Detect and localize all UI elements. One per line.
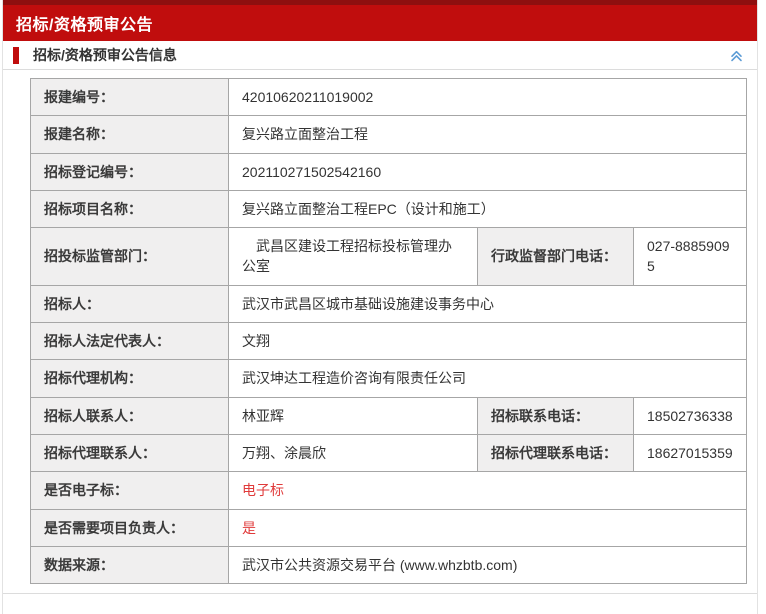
field-value-electronic-bid: 电子标	[229, 472, 747, 509]
table-row-electronic-bid: 是否电子标： 电子标	[31, 472, 747, 509]
page-title-bar: 招标/资格预审公告	[3, 0, 757, 41]
page-title: 招标/资格预审公告	[16, 11, 153, 35]
field-label-legal-representative: 招标人法定代表人：	[31, 323, 229, 360]
field-label-agency-contact-phone: 招标代理联系电话：	[478, 434, 634, 471]
field-value-supervision-department: 武昌区建设工程招标投标管理办公室	[229, 228, 478, 286]
field-value-legal-representative: 文翔	[229, 323, 747, 360]
table-row-supervision-department: 招投标监管部门： 武昌区建设工程招标投标管理办公室 行政监督部门电话： 027-…	[31, 228, 747, 286]
field-value-tender-project-name: 复兴路立面整治工程EPC（设计和施工）	[229, 190, 747, 227]
field-label-tenderee: 招标人：	[31, 285, 229, 322]
table-row-tenderee-contact: 招标人联系人： 林亚辉 招标联系电话： 18502736338	[31, 397, 747, 434]
field-label-tender-contact-phone: 招标联系电话：	[478, 397, 634, 434]
field-value-tenderee-contact: 林亚辉	[229, 397, 478, 434]
field-value-registration-number: 42010620211019002	[229, 79, 747, 116]
field-value-tenderee: 武汉市武昌区城市基础设施建设事务中心	[229, 285, 747, 322]
table-row-project-manager-required: 是否需要项目负责人： 是	[31, 509, 747, 546]
announcement-info-table: 报建编号： 42010620211019002 报建名称： 复兴路立面整治工程 …	[30, 78, 747, 584]
field-label-project-manager-required: 是否需要项目负责人：	[31, 509, 229, 546]
field-value-agency-contact: 万翔、涂晨欣	[229, 434, 478, 471]
chevrons-up-icon	[729, 48, 744, 63]
field-label-supervision-department: 招投标监管部门：	[31, 228, 229, 286]
field-value-tender-contact-phone: 18502736338	[634, 397, 747, 434]
field-value-data-source: 武汉市公共资源交易平台 (www.whzbtb.com)	[229, 546, 747, 583]
section-header: 招标/资格预审公告信息	[3, 41, 757, 70]
table-row-agency-contact: 招标代理联系人： 万翔、涂晨欣 招标代理联系电话： 18627015359	[31, 434, 747, 471]
field-label-tender-agency: 招标代理机构：	[31, 360, 229, 397]
field-label-tender-project-name: 招标项目名称：	[31, 190, 229, 227]
field-label-electronic-bid: 是否电子标：	[31, 472, 229, 509]
field-label-data-source: 数据来源：	[31, 546, 229, 583]
field-label-registration-number: 报建编号：	[31, 79, 229, 116]
field-value-tender-agency: 武汉坤达工程造价咨询有限责任公司	[229, 360, 747, 397]
table-row-tenderee: 招标人： 武汉市武昌区城市基础设施建设事务中心	[31, 285, 747, 322]
section-title: 招标/资格预审公告信息	[33, 45, 177, 65]
table-row-tender-agency: 招标代理机构： 武汉坤达工程造价咨询有限责任公司	[31, 360, 747, 397]
section-marker-bar	[13, 47, 19, 64]
table-row-tender-registration-number: 招标登记编号： 202110271502542160	[31, 153, 747, 190]
field-label-tender-registration-number: 招标登记编号：	[31, 153, 229, 190]
table-row-tender-project-name: 招标项目名称： 复兴路立面整治工程EPC（设计和施工）	[31, 190, 747, 227]
field-value-tender-registration-number: 202110271502542160	[229, 153, 747, 190]
field-label-supervision-phone: 行政监督部门电话：	[478, 228, 634, 286]
table-row-registration-number: 报建编号： 42010620211019002	[31, 79, 747, 116]
collapse-button[interactable]	[727, 46, 745, 64]
field-value-project-manager-required: 是	[229, 509, 747, 546]
page-container: 招标/资格预审公告 招标/资格预审公告信息 报建编号： 420106202110…	[2, 0, 758, 614]
bottom-divider	[3, 593, 757, 597]
table-row-legal-representative: 招标人法定代表人： 文翔	[31, 323, 747, 360]
field-label-tenderee-contact: 招标人联系人：	[31, 397, 229, 434]
field-value-agency-contact-phone: 18627015359	[634, 434, 747, 471]
table-row-data-source: 数据来源： 武汉市公共资源交易平台 (www.whzbtb.com)	[31, 546, 747, 583]
field-value-supervision-phone: 027-88859095	[634, 228, 747, 286]
field-value-registration-name: 复兴路立面整治工程	[229, 116, 747, 153]
table-row-registration-name: 报建名称： 复兴路立面整治工程	[31, 116, 747, 153]
field-label-registration-name: 报建名称：	[31, 116, 229, 153]
field-label-agency-contact: 招标代理联系人：	[31, 434, 229, 471]
